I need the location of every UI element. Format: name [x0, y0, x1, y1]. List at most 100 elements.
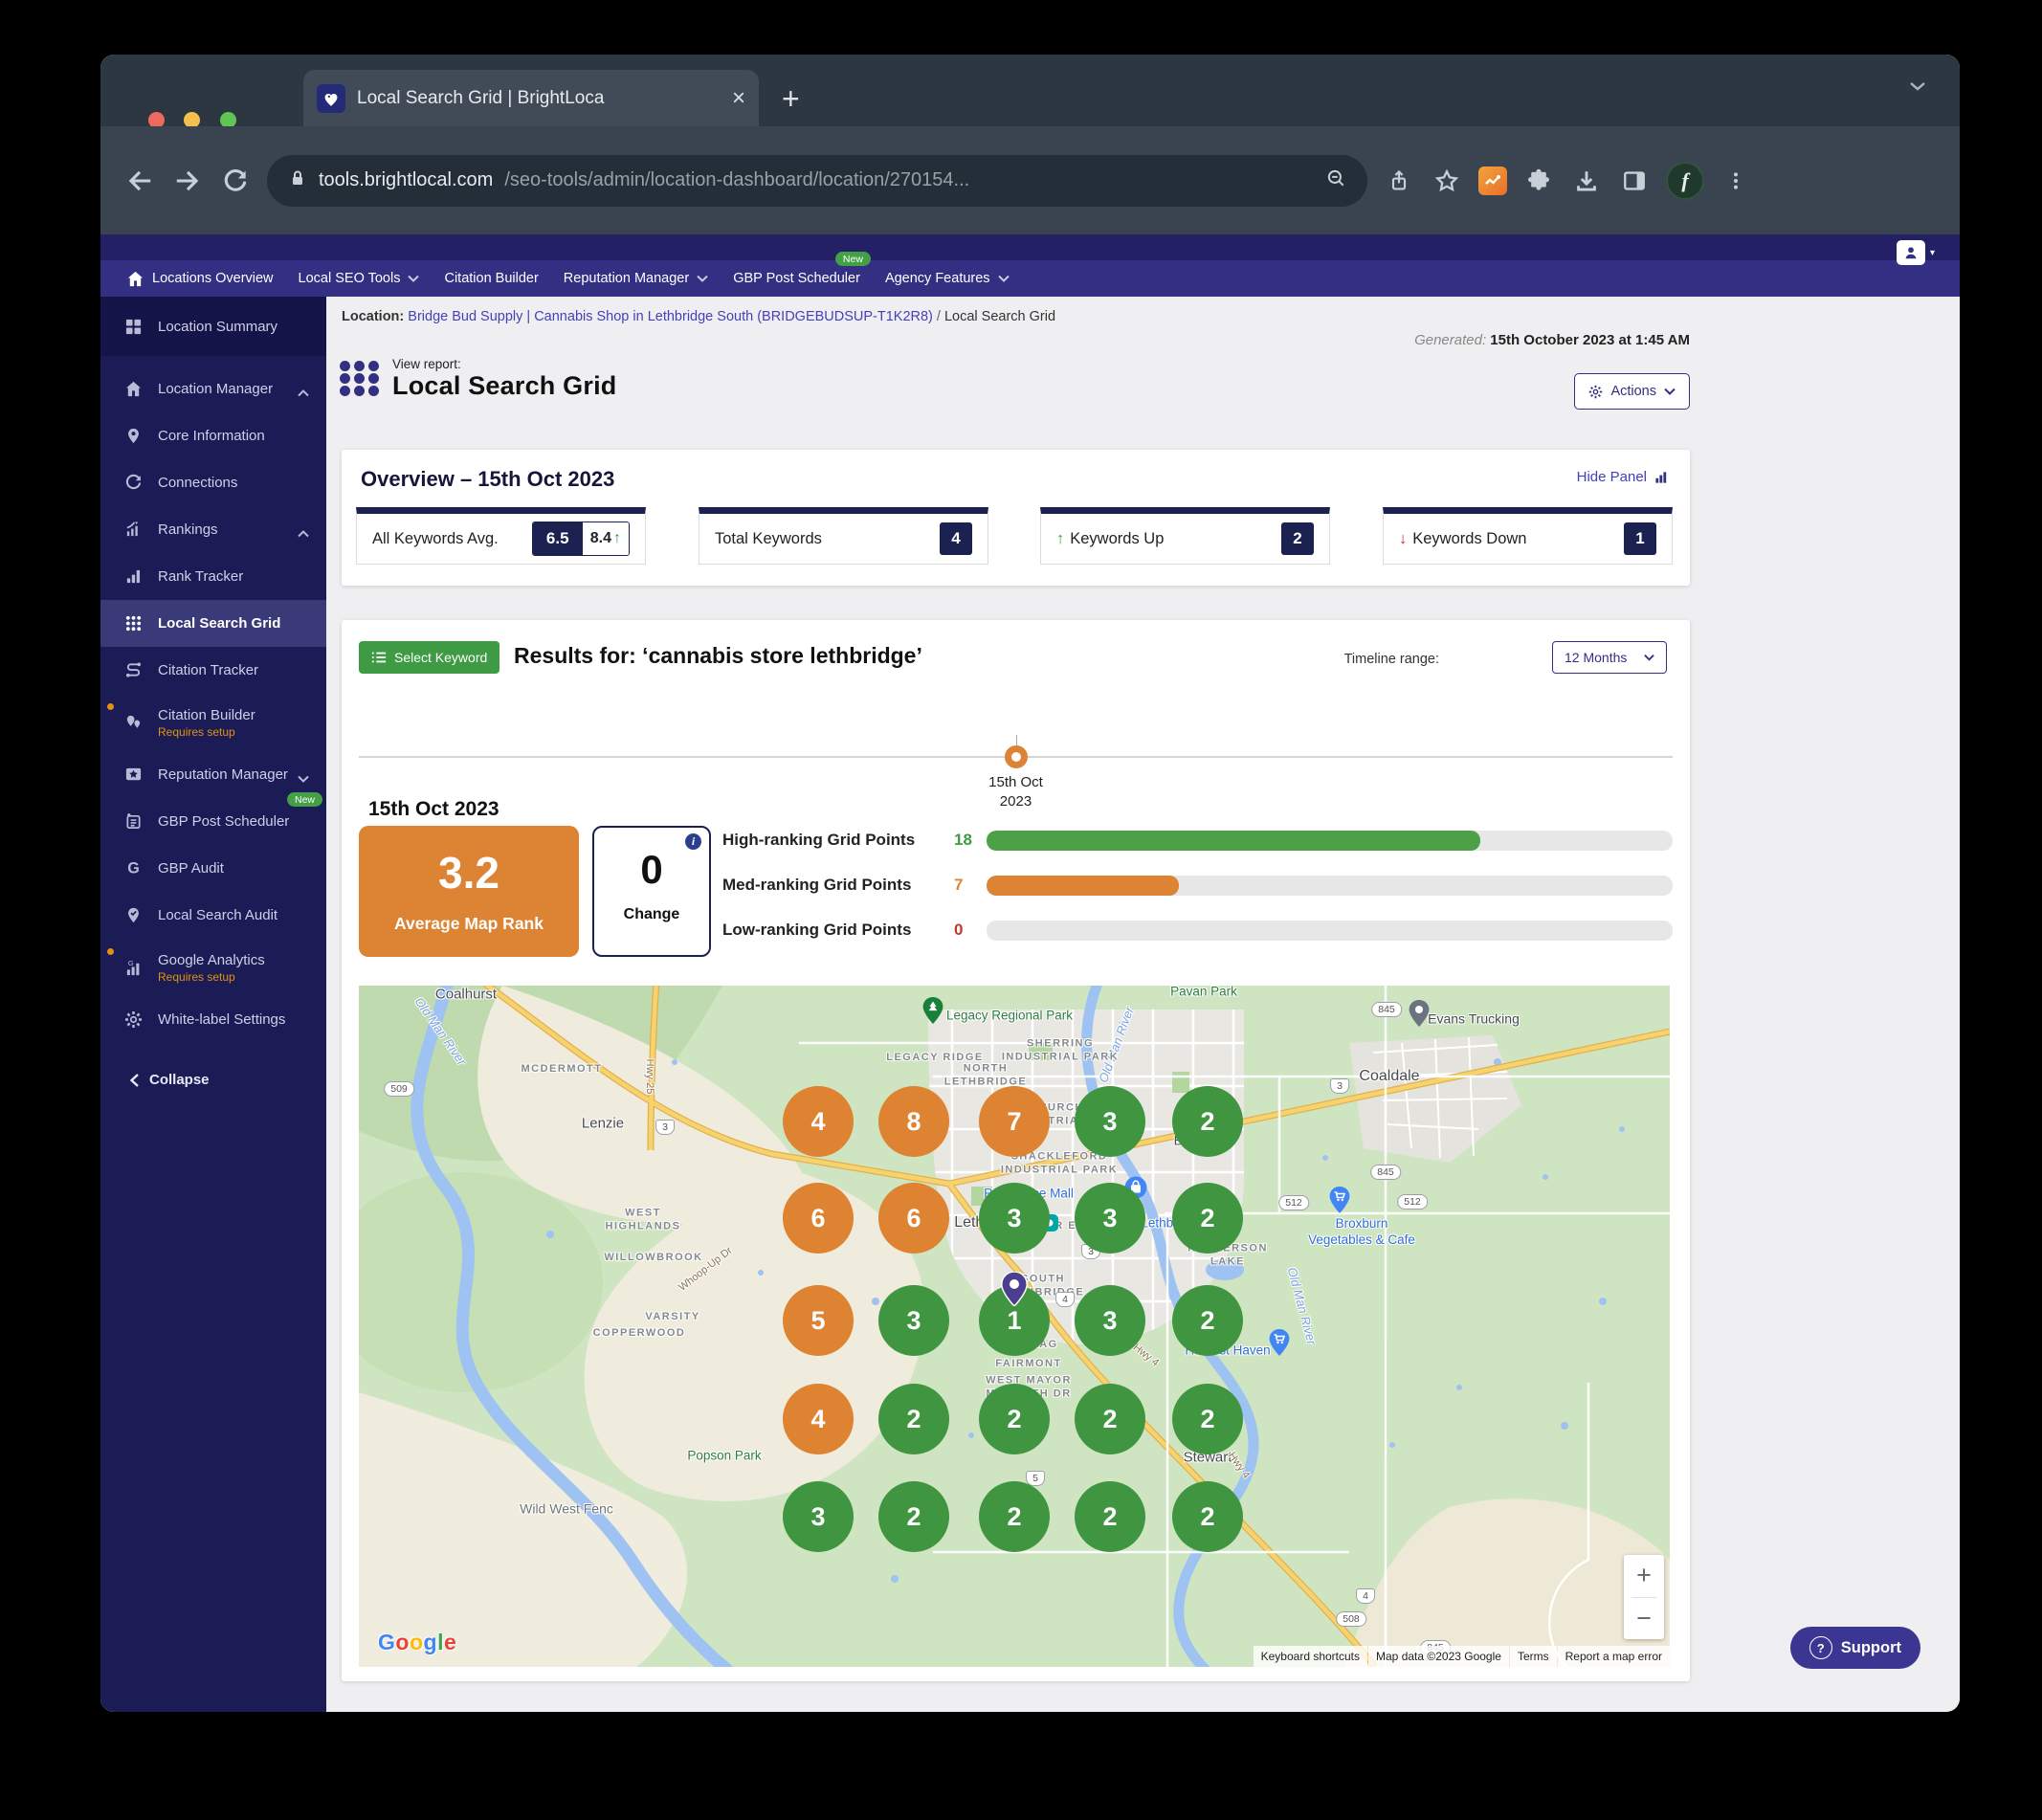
page-title: Local Search Grid — [392, 371, 617, 400]
profile-avatar[interactable]: f — [1666, 161, 1704, 200]
lock-icon[interactable] — [288, 168, 307, 192]
nav-item-citation-builder[interactable]: Citation Builder — [432, 260, 550, 297]
sidebar-item-label: Citation Builder — [158, 706, 255, 723]
hide-panel-label: Hide Panel — [1576, 469, 1647, 485]
user-menu[interactable]: ▾ — [1896, 240, 1935, 265]
actions-button[interactable]: Actions — [1574, 373, 1690, 410]
new-badge: New — [286, 792, 322, 807]
grid-point[interactable]: 2 — [1172, 1285, 1243, 1356]
grid-point[interactable]: 3 — [878, 1285, 949, 1356]
grid-point[interactable]: 3 — [1075, 1285, 1145, 1356]
collapse-label: Collapse — [149, 1072, 210, 1088]
sidebar-item-gbp-post-scheduler[interactable]: GBP Post Scheduler New — [100, 792, 326, 845]
route-icon — [122, 661, 144, 679]
new-tab-button[interactable]: + — [782, 81, 800, 117]
nav-item-local-seo-tools[interactable]: Local SEO Tools — [286, 260, 433, 297]
sidebar-item-rank-tracker[interactable]: Rank Tracker — [100, 553, 326, 600]
nav-item-reputation-manager[interactable]: Reputation Manager — [551, 260, 721, 297]
grid-point[interactable]: 3 — [1075, 1086, 1145, 1157]
grid-point[interactable]: 3 — [979, 1183, 1050, 1254]
extensions-puzzle-icon[interactable] — [1522, 165, 1555, 197]
grid-point[interactable]: 2 — [1172, 1384, 1243, 1454]
attribution-link[interactable]: Report a map error — [1557, 1646, 1670, 1667]
zoom-page-icon[interactable] — [1325, 167, 1346, 193]
grid-point[interactable]: 2 — [979, 1481, 1050, 1552]
sidebar-item-citation-builder[interactable]: Citation Builder Requires setup — [100, 694, 326, 751]
grid-point[interactable]: 7 — [979, 1086, 1050, 1157]
grid-point[interactable]: 2 — [1075, 1481, 1145, 1552]
sidebar-collapse[interactable]: Collapse — [100, 1072, 326, 1088]
analytics-extension-icon[interactable] — [1478, 166, 1507, 195]
sidebar-item-reputation-manager[interactable]: Reputation Manager — [100, 751, 326, 798]
back-icon[interactable] — [123, 165, 156, 197]
nav-item-agency-features[interactable]: Agency Features — [873, 260, 1022, 297]
bar-value: 18 — [954, 831, 972, 849]
tab-strip: Local Search Grid | BrightLoca × + — [100, 55, 1960, 128]
sidebar-item-citation-tracker[interactable]: Citation Tracker — [100, 647, 326, 694]
grid-point[interactable]: 2 — [878, 1481, 949, 1552]
nav-item-gbp-post-scheduler[interactable]: GBP Post Scheduler New — [721, 252, 873, 297]
sidebar-item-gbp-audit[interactable]: G GBP Audit — [100, 845, 326, 892]
zoom-in-button[interactable]: + — [1624, 1555, 1664, 1597]
side-panel-icon[interactable] — [1618, 165, 1651, 197]
zoom-out-button[interactable]: − — [1624, 1598, 1664, 1640]
down-arrow-icon: ↓ — [1399, 529, 1408, 547]
attribution-link[interactable]: Map data ©2023 Google — [1368, 1646, 1509, 1667]
breadcrumb-location-link[interactable]: Bridge Bud Supply | Cannabis Shop in Let… — [408, 309, 933, 324]
sidebar-item-local-search-audit[interactable]: Local Search Audit — [100, 892, 326, 939]
sidebar-item-google-analytics[interactable]: G Google Analytics Requires setup — [100, 939, 326, 996]
grid-point[interactable]: 2 — [878, 1384, 949, 1454]
nav-item-locations-overview[interactable]: Locations Overview — [114, 260, 286, 297]
sidebar-item-label: GBP Audit — [158, 860, 224, 877]
bar-label: Med-ranking Grid Points — [722, 876, 912, 894]
grid-point[interactable]: 4 — [783, 1384, 854, 1454]
grid-point[interactable]: 6 — [783, 1183, 854, 1254]
support-button[interactable]: ? Support — [1789, 1627, 1920, 1669]
attribution-link[interactable]: Terms — [1509, 1646, 1557, 1667]
route-shield: 845 — [1370, 1165, 1401, 1180]
chevron-down-icon — [408, 275, 420, 282]
nav-item-label: Citation Builder — [444, 271, 539, 286]
sidebar-item-local-search-grid[interactable]: Local Search Grid — [100, 600, 326, 647]
timeline-marker[interactable] — [1004, 745, 1028, 768]
address-bar[interactable]: tools.brightlocal.com/seo-tools/admin/lo… — [267, 154, 1367, 207]
grid-point[interactable]: 2 — [1172, 1183, 1243, 1254]
timeline-range-select[interactable]: 12 Months — [1552, 641, 1667, 674]
info-icon[interactable]: i — [685, 833, 701, 850]
downloads-icon[interactable] — [1570, 165, 1603, 197]
sidebar-item-rankings[interactable]: Rankings — [100, 506, 326, 553]
select-keyword-button[interactable]: Select Keyword — [359, 641, 500, 674]
reload-icon[interactable] — [219, 165, 252, 197]
sidebar-item-location-summary[interactable]: Location Summary — [100, 297, 326, 356]
bookmark-star-icon[interactable] — [1431, 165, 1463, 197]
tab-search-chevron-icon[interactable] — [1908, 79, 1927, 98]
map[interactable]: Coalhurst Pavan Park Old Man River Old Man … — [359, 986, 1670, 1667]
sidebar-item-core-information[interactable]: Core Information — [100, 412, 326, 459]
grid-point[interactable]: 4 — [783, 1086, 854, 1157]
sidebar-item-connections[interactable]: Connections — [100, 459, 326, 506]
browser-tab[interactable]: Local Search Grid | BrightLoca × — [303, 70, 759, 126]
grid-point[interactable]: 2 — [979, 1384, 1050, 1454]
grid-point[interactable]: 8 — [878, 1086, 949, 1157]
grid-point[interactable]: 2 — [1172, 1481, 1243, 1552]
grid-point[interactable]: 2 — [1172, 1086, 1243, 1157]
grid-point[interactable]: 3 — [783, 1481, 854, 1552]
pins-icon — [122, 714, 144, 732]
grid-point[interactable]: 6 — [878, 1183, 949, 1254]
sidebar-item-white-label-settings[interactable]: White-label Settings — [100, 996, 326, 1043]
sidebar-item-location-manager[interactable]: Location Manager — [100, 366, 326, 412]
share-icon[interactable] — [1383, 165, 1415, 197]
attribution-link[interactable]: Keyboard shortcuts — [1253, 1646, 1368, 1667]
browser-menu-kebab-icon[interactable] — [1720, 165, 1752, 197]
tab-close-icon[interactable]: × — [732, 86, 745, 110]
timeline-range-label: Timeline range: — [1343, 652, 1439, 667]
grid-point[interactable]: 5 — [783, 1285, 854, 1356]
chartline-icon — [122, 521, 144, 539]
grid-point[interactable]: 2 — [1075, 1384, 1145, 1454]
route-shield: 3 — [655, 1120, 675, 1135]
hide-panel-link[interactable]: Hide Panel — [1577, 469, 1669, 485]
grid-point[interactable]: 3 — [1075, 1183, 1145, 1254]
map-label: WEST HIGHLANDS — [605, 1207, 681, 1232]
starbox-icon — [122, 766, 144, 784]
forward-icon[interactable] — [171, 165, 204, 197]
